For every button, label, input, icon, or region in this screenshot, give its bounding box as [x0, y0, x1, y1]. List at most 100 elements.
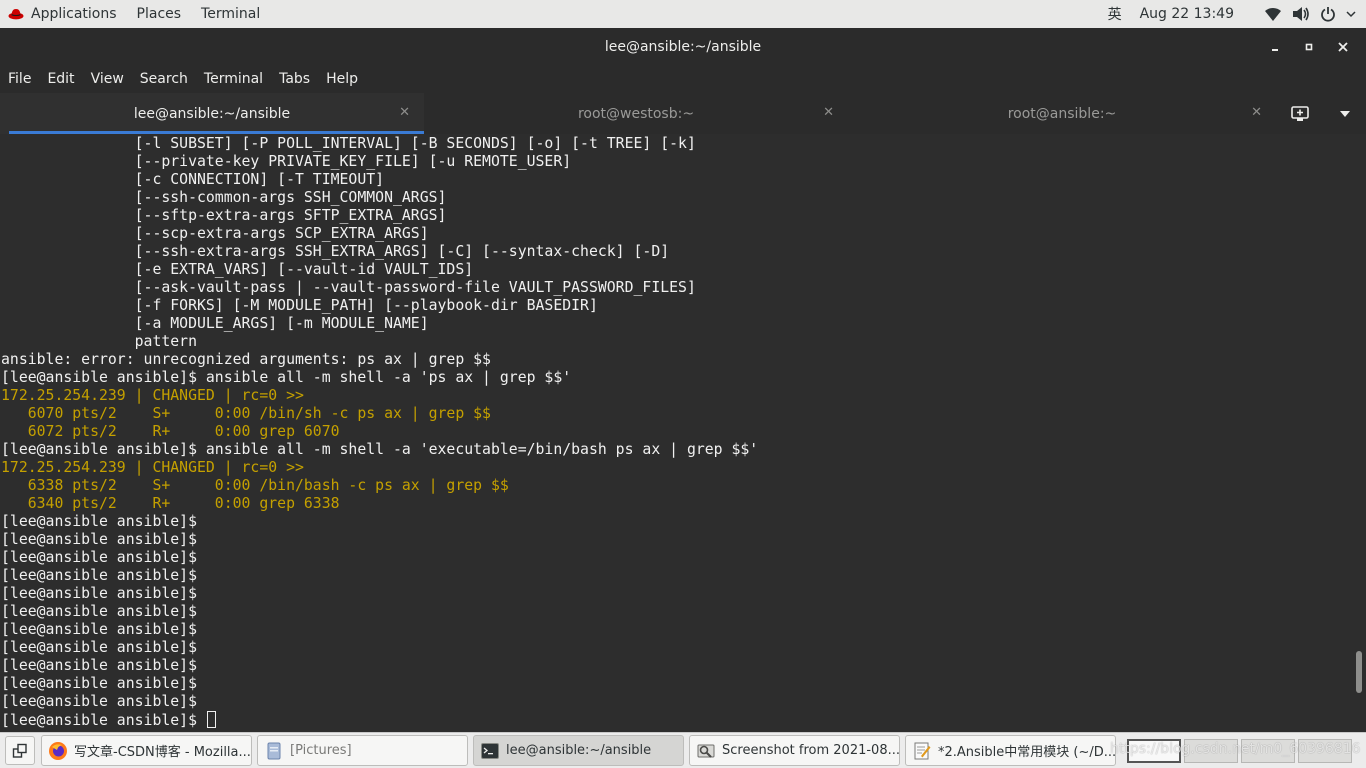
clock[interactable]: Aug 22 13:49 — [1140, 6, 1234, 22]
terminal-line-text: [lee@ansible ansible]$ — [1, 675, 197, 692]
menu-file[interactable]: File — [8, 71, 31, 87]
task-label: [Pictures] — [290, 743, 352, 758]
show-desktop-icon — [12, 743, 27, 758]
terminal-line: [-e EXTRA_VARS] [--vault-id VAULT_IDS] — [1, 261, 1349, 279]
terminal-line-text: [--ask-vault-pass | --vault-password-fil… — [1, 279, 696, 296]
task-label: lee@ansible:~/ansible — [506, 743, 652, 758]
terminal-line: 172.25.254.239 | CHANGED | rc=0 >> — [1, 387, 1349, 405]
system-menu[interactable] — [1264, 6, 1356, 22]
terminal-line: [--ssh-common-args SSH_COMMON_ARGS] — [1, 189, 1349, 207]
terminal-line: pattern — [1, 333, 1349, 351]
applications-menu[interactable]: Applications — [0, 0, 127, 28]
task-terminal[interactable]: lee@ansible:~/ansible — [473, 735, 684, 766]
terminal-line: [--scp-extra-args SCP_EXTRA_ARGS] — [1, 225, 1349, 243]
terminal-line-text: [lee@ansible ansible]$ ansible all -m sh… — [1, 369, 572, 386]
window-titlebar[interactable]: lee@ansible:~/ansible — [0, 28, 1366, 65]
tab-lee-ansible[interactable]: lee@ansible:~/ansible ✕ — [0, 93, 424, 134]
terminal-icon — [481, 742, 499, 759]
terminal-line-text: [-l SUBSET] [-P POLL_INTERVAL] [-B SECON… — [1, 135, 696, 152]
close-tab-icon[interactable]: ✕ — [823, 105, 834, 120]
task-firefox[interactable]: 写文章-CSDN博客 - Mozilla... — [41, 735, 252, 766]
places-menu[interactable]: Places — [127, 0, 192, 28]
terminal-line-text: [-e EXTRA_VARS] [--vault-id VAULT_IDS] — [1, 261, 474, 278]
window-title: lee@ansible:~/ansible — [604, 38, 762, 55]
terminal-line: 6070 pts/2 S+ 0:00 /bin/sh -c ps ax | gr… — [1, 405, 1349, 423]
terminal-line: [lee@ansible ansible]$ — [1, 549, 1349, 567]
minimize-icon — [1272, 48, 1278, 51]
terminal-line-text: [--ssh-extra-args SSH_EXTRA_ARGS] [-C] [… — [1, 243, 670, 260]
tab-list-dropdown-icon[interactable] — [1339, 110, 1351, 118]
terminal-line: [lee@ansible ansible]$ — [1, 639, 1349, 657]
terminal-line: [--private-key PRIVATE_KEY_FILE] [-u REM… — [1, 153, 1349, 171]
wifi-icon — [1265, 7, 1281, 21]
terminal-line-text: 6340 pts/2 R+ 0:00 grep 6338 — [1, 495, 340, 512]
terminal-line: [lee@ansible ansible]$ — [1, 585, 1349, 603]
terminal-line-text: [--scp-extra-args SCP_EXTRA_ARGS] — [1, 225, 429, 242]
minimize-button[interactable] — [1258, 32, 1292, 62]
terminal-line-text: [lee@ansible ansible]$ — [1, 567, 197, 584]
terminal-line: [--sftp-extra-args SFTP_EXTRA_ARGS] — [1, 207, 1349, 225]
terminal-line-text: [--ssh-common-args SSH_COMMON_ARGS] — [1, 189, 447, 206]
maximize-button[interactable] — [1292, 32, 1326, 62]
tab-bar: lee@ansible:~/ansible ✕ root@westosb:~ ✕… — [0, 93, 1366, 134]
menu-help[interactable]: Help — [326, 71, 358, 87]
close-icon — [1338, 41, 1348, 52]
menu-edit[interactable]: Edit — [47, 71, 74, 87]
terminal-line: 6340 pts/2 R+ 0:00 grep 6338 — [1, 495, 1349, 513]
show-desktop-button[interactable] — [5, 736, 35, 765]
scrollbar[interactable] — [1352, 134, 1366, 732]
new-tab-icon[interactable] — [1291, 105, 1309, 122]
terminal-line: [lee@ansible ansible]$ ansible all -m sh… — [1, 369, 1349, 387]
terminal-app-menu[interactable]: Terminal — [191, 0, 270, 28]
chevron-down-icon — [1346, 11, 1356, 18]
terminal-line-text: [lee@ansible ansible]$ — [1, 585, 197, 602]
terminal-line-text: 6072 pts/2 R+ 0:00 grep 6070 — [1, 423, 340, 440]
image-viewer-icon — [697, 744, 715, 758]
terminal-line: ansible: error: unrecognized arguments: … — [1, 351, 1349, 369]
terminal-line: 6072 pts/2 R+ 0:00 grep 6070 — [1, 423, 1349, 441]
firefox-icon — [49, 741, 67, 760]
menu-terminal[interactable]: Terminal — [204, 71, 263, 87]
menu-tabs[interactable]: Tabs — [279, 71, 310, 87]
terminal-line-text: 172.25.254.239 | CHANGED | rc=0 >> — [1, 459, 304, 476]
task-pictures-folder[interactable]: [Pictures] — [257, 735, 468, 766]
terminal-line: [-c CONNECTION] [-T TIMEOUT] — [1, 171, 1349, 189]
terminal-line-text: [lee@ansible ansible]$ — [1, 712, 206, 729]
task-text-editor[interactable]: *2.Ansible中常用模块 (~/D... — [905, 735, 1116, 766]
terminal-line-text: 6338 pts/2 S+ 0:00 /bin/bash -c ps ax | … — [1, 477, 509, 494]
tab-label: root@ansible:~ — [1007, 105, 1117, 122]
input-method-indicator[interactable]: 英 — [1108, 4, 1122, 24]
terminal-line-text: [lee@ansible ansible]$ ansible all -m sh… — [1, 441, 759, 458]
terminal-line: [lee@ansible ansible]$ — [1, 621, 1349, 639]
close-tab-icon[interactable]: ✕ — [399, 105, 410, 120]
task-label: Screenshot from 2021-08... — [722, 743, 900, 758]
close-window-button[interactable] — [1326, 32, 1360, 62]
text-editor-icon — [914, 742, 931, 759]
terminal-line: [lee@ansible ansible]$ — [1, 693, 1349, 711]
menu-search[interactable]: Search — [140, 71, 188, 87]
terminal-output[interactable]: [-l SUBSET] [-P POLL_INTERVAL] [-B SECON… — [0, 134, 1366, 732]
terminal-line: 172.25.254.239 | CHANGED | rc=0 >> — [1, 459, 1349, 477]
scrollbar-thumb[interactable] — [1356, 651, 1362, 694]
menu-view[interactable]: View — [91, 71, 124, 87]
applications-label: Applications — [31, 6, 117, 22]
terminal-line-text: 172.25.254.239 | CHANGED | rc=0 >> — [1, 387, 304, 404]
tab-label: root@westosb:~ — [577, 105, 695, 122]
terminal-line: [lee@ansible ansible]$ — [1, 711, 1349, 729]
terminal-line: [--ask-vault-pass | --vault-password-fil… — [1, 279, 1349, 297]
terminal-line-text: [lee@ansible ansible]$ — [1, 693, 197, 710]
close-tab-icon[interactable]: ✕ — [1251, 105, 1262, 120]
terminal-line: [lee@ansible ansible]$ — [1, 657, 1349, 675]
tab-root-westosb[interactable]: root@westosb:~ ✕ — [424, 93, 848, 134]
terminal-line: [lee@ansible ansible]$ — [1, 675, 1349, 693]
places-label: Places — [136, 6, 182, 22]
task-screenshot-viewer[interactable]: Screenshot from 2021-08... — [689, 735, 900, 766]
terminal-line-text: [lee@ansible ansible]$ — [1, 531, 197, 548]
terminal-line: [lee@ansible ansible]$ — [1, 603, 1349, 621]
terminal-line-text: [--sftp-extra-args SFTP_EXTRA_ARGS] — [1, 207, 447, 224]
terminal-line: [-a MODULE_ARGS] [-m MODULE_NAME] — [1, 315, 1349, 333]
tab-root-ansible[interactable]: root@ansible:~ ✕ — [848, 93, 1276, 134]
terminal-line-text: [lee@ansible ansible]$ — [1, 549, 197, 566]
terminal-line-text: [--private-key PRIVATE_KEY_FILE] [-u REM… — [1, 153, 572, 170]
volume-icon — [1293, 7, 1309, 21]
